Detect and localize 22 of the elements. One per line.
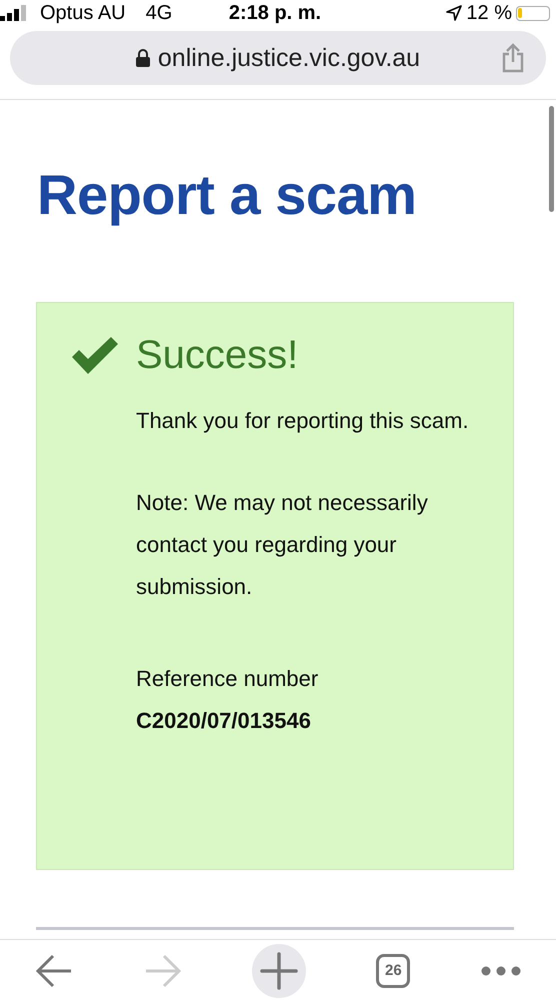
back-arrow-icon[interactable] [35, 954, 74, 988]
scrollbar[interactable] [549, 106, 554, 212]
address-bar[interactable]: online.justice.vic.gov.au [10, 31, 546, 85]
reference-number: C2020/07/013546 [136, 707, 312, 735]
battery-icon [516, 6, 550, 20]
battery-percentage: 12 % [466, 2, 512, 24]
alert-message: Note: We may not necessarily contact you regarding your submission. [136, 489, 429, 601]
url-text: online.justice.vic.gov.au [158, 44, 420, 72]
reference-label: Reference number [136, 665, 320, 693]
checkmark-icon [70, 336, 120, 374]
more-icon[interactable] [480, 966, 521, 976]
alert-message: Thank you for reporting this scam. [136, 407, 470, 435]
tab-count-button[interactable]: 26 [376, 954, 410, 988]
plus-icon [260, 952, 298, 990]
lock-icon [136, 49, 150, 67]
share-icon[interactable] [502, 43, 524, 73]
carrier-name: Optus AU [40, 2, 126, 24]
location-arrow-icon [446, 5, 462, 21]
alert-heading: Success! [136, 333, 298, 378]
page-title: Report a scam [37, 162, 418, 228]
network-type: 4G [146, 2, 172, 24]
clock: 2:18 p. m. [228, 2, 322, 24]
